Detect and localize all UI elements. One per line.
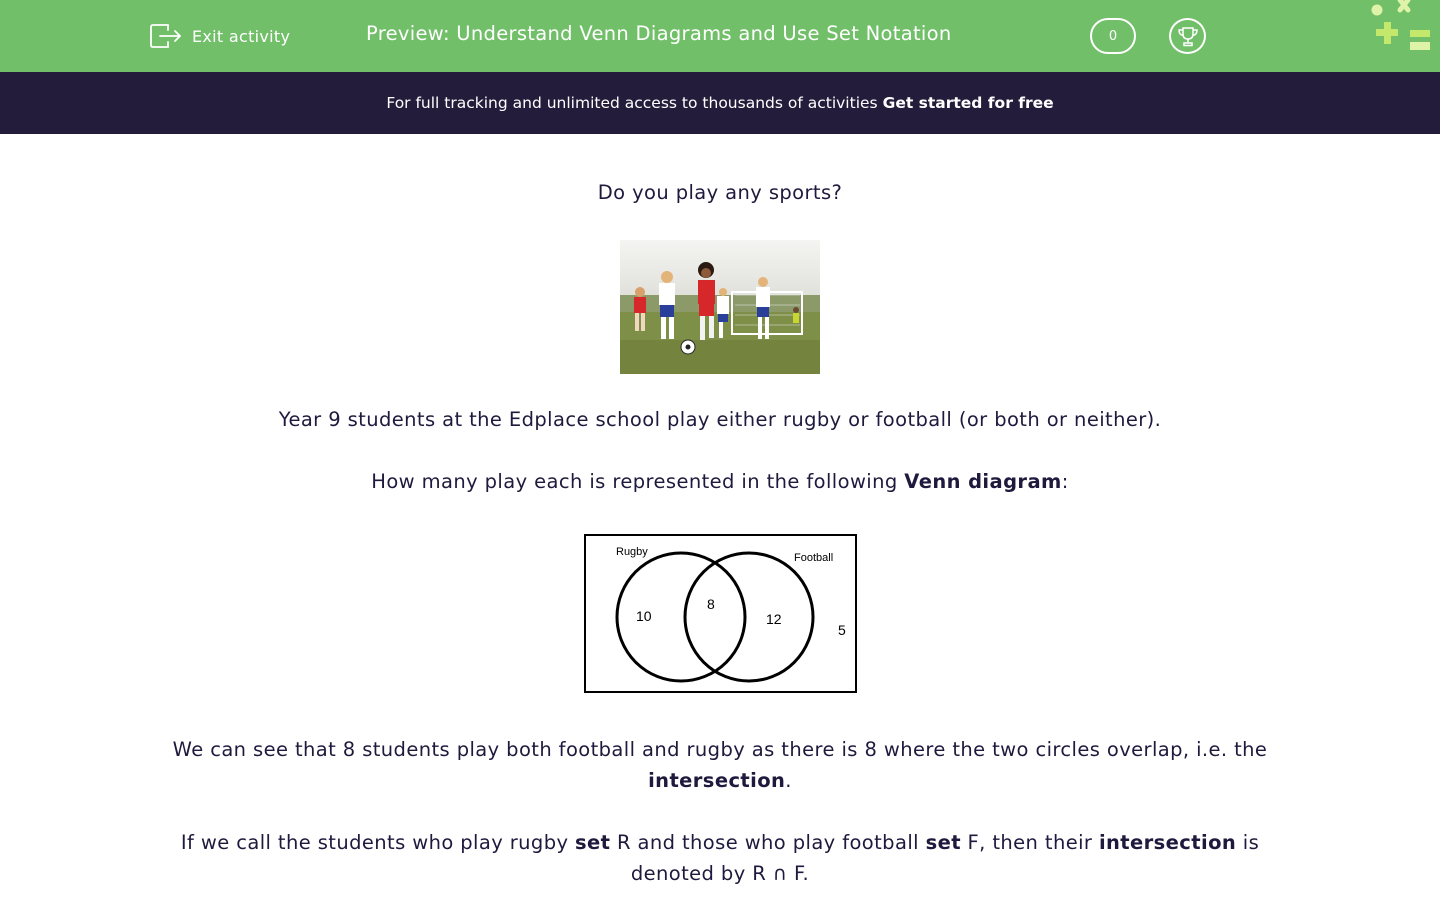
question-text: Do you play any sports? [597, 181, 843, 204]
set-notation-text-3: F, then their [960, 831, 1099, 854]
football-label: Football [794, 552, 833, 564]
intersection-explanation-text: We can see that 8 students play both foo… [172, 738, 1268, 761]
rugby-label: Rugby [616, 546, 648, 558]
rugby-only-value: 10 [636, 608, 652, 624]
set-term-1: set [575, 831, 611, 854]
activity-title: Preview: Understand Venn Diagrams and Us… [366, 22, 952, 45]
venn-intro-paragraph: How many play each is represented in the… [160, 466, 1280, 497]
intersection-value: 8 [707, 596, 715, 612]
venn-diagram: Rugby Football 10 8 12 5 [584, 534, 857, 693]
intersection-term: intersection [648, 769, 786, 792]
intersection-explanation: We can see that 8 students play both foo… [160, 734, 1280, 796]
outside-value: 5 [838, 622, 846, 638]
get-started-link[interactable]: Get started for free [883, 94, 1054, 112]
intro-paragraph: Year 9 students at the Edplace school pl… [278, 408, 1162, 431]
exit-activity-button[interactable]: Exit activity [148, 20, 290, 52]
trophy-button[interactable] [1169, 18, 1206, 54]
banner-text: For full tracking and unlimited access t… [386, 94, 878, 112]
set-term-2: set [925, 831, 961, 854]
intersection-term-2: intersection [1098, 831, 1237, 854]
top-bar: Exit activity Preview: Understand Venn D… [0, 0, 1440, 72]
exit-activity-label: Exit activity [192, 26, 291, 46]
upsell-banner: For full tracking and unlimited access t… [0, 72, 1440, 134]
venn-diagram-term: Venn diagram [904, 470, 1062, 493]
score-badge: 0 [1090, 18, 1136, 54]
set-notation-text-2: R and those who play football [610, 831, 926, 854]
venn-intro-text: How many play each is represented in the… [371, 470, 905, 493]
football-photo [620, 240, 820, 374]
intersection-explanation-end: . [785, 769, 792, 792]
trophy-icon [1177, 27, 1198, 47]
football-only-value: 12 [766, 611, 782, 627]
set-notation-paragraph: If we call the students who play rugby s… [160, 827, 1280, 889]
edplace-logo-icon [1371, 0, 1430, 50]
venn-intro-colon: : [1061, 470, 1069, 493]
exit-icon [150, 24, 181, 48]
set-notation-text-1: If we call the students who play rugby [180, 831, 576, 854]
